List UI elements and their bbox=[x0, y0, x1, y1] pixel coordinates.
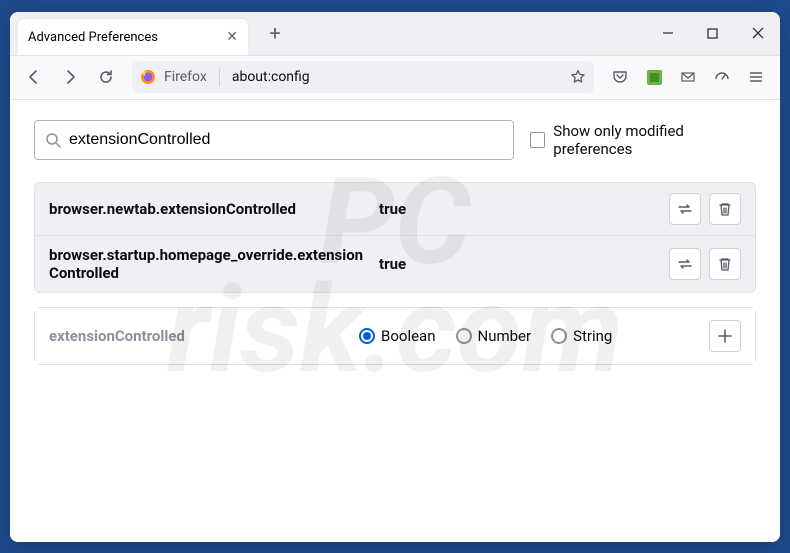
search-box[interactable] bbox=[34, 120, 514, 160]
close-window-button[interactable] bbox=[735, 12, 780, 56]
pocket-icon[interactable] bbox=[604, 61, 636, 93]
browser-tab[interactable]: Advanced Preferences ✕ bbox=[18, 19, 248, 55]
radio-icon bbox=[456, 328, 472, 344]
forward-button[interactable] bbox=[54, 61, 86, 93]
bookmark-star-icon[interactable] bbox=[570, 69, 586, 85]
close-icon[interactable]: ✕ bbox=[226, 29, 238, 45]
checkbox-icon bbox=[530, 132, 545, 148]
type-boolean-radio[interactable]: Boolean bbox=[359, 327, 436, 345]
toolbar: Firefox about:config bbox=[10, 56, 780, 100]
pref-name: browser.startup.homepage_override.extens… bbox=[49, 246, 369, 282]
window-controls bbox=[645, 12, 780, 56]
url-bar[interactable]: Firefox about:config bbox=[132, 61, 594, 93]
back-button[interactable] bbox=[18, 61, 50, 93]
tab-title: Advanced Preferences bbox=[28, 30, 158, 45]
row-actions bbox=[669, 193, 741, 225]
pref-name: browser.newtab.extensionControlled bbox=[49, 200, 369, 218]
checkbox-label: Show only modified preferences bbox=[553, 122, 756, 158]
search-input[interactable] bbox=[69, 131, 503, 149]
type-number-radio[interactable]: Number bbox=[456, 327, 532, 345]
prefs-table: browser.newtab.extensionControlled true … bbox=[34, 182, 756, 293]
radio-label: Number bbox=[478, 327, 532, 345]
url-text: about:config bbox=[232, 69, 310, 85]
pref-row: browser.startup.homepage_override.extens… bbox=[35, 236, 755, 292]
pref-value: true bbox=[379, 255, 659, 273]
type-string-radio[interactable]: String bbox=[551, 327, 612, 345]
url-separator bbox=[219, 68, 220, 86]
mail-icon[interactable] bbox=[672, 61, 704, 93]
radio-label: Boolean bbox=[381, 327, 436, 345]
radio-icon bbox=[359, 328, 375, 344]
type-options: Boolean Number String bbox=[359, 327, 699, 345]
search-icon bbox=[45, 132, 61, 148]
titlebar: Advanced Preferences ✕ + bbox=[10, 12, 780, 56]
add-pref-row: extensionControlled Boolean Number Strin… bbox=[35, 308, 755, 364]
minimize-button[interactable] bbox=[645, 12, 690, 56]
firefox-icon bbox=[140, 69, 156, 85]
add-pref-section: extensionControlled Boolean Number Strin… bbox=[34, 307, 756, 365]
page-content: Show only modified preferences browser.n… bbox=[10, 100, 780, 542]
show-modified-checkbox[interactable]: Show only modified preferences bbox=[530, 122, 756, 158]
add-button[interactable] bbox=[709, 320, 741, 352]
menu-icon[interactable] bbox=[740, 61, 772, 93]
extension-icon[interactable] bbox=[638, 61, 670, 93]
add-pref-name: extensionControlled bbox=[49, 327, 349, 345]
maximize-button[interactable] bbox=[690, 12, 735, 56]
url-identity-label: Firefox bbox=[164, 69, 207, 85]
row-actions bbox=[669, 248, 741, 280]
delete-button[interactable] bbox=[709, 248, 741, 280]
reload-button[interactable] bbox=[90, 61, 122, 93]
radio-label: String bbox=[573, 327, 612, 345]
new-tab-button[interactable]: + bbox=[260, 18, 290, 48]
toggle-button[interactable] bbox=[669, 248, 701, 280]
pref-row: browser.newtab.extensionControlled true bbox=[35, 183, 755, 236]
pref-value: true bbox=[379, 200, 659, 218]
delete-button[interactable] bbox=[709, 193, 741, 225]
dashboard-icon[interactable] bbox=[706, 61, 738, 93]
browser-window: Advanced Preferences ✕ + bbox=[10, 12, 780, 542]
radio-icon bbox=[551, 328, 567, 344]
search-row: Show only modified preferences bbox=[34, 120, 756, 160]
toggle-button[interactable] bbox=[669, 193, 701, 225]
toolbar-actions bbox=[604, 61, 772, 93]
